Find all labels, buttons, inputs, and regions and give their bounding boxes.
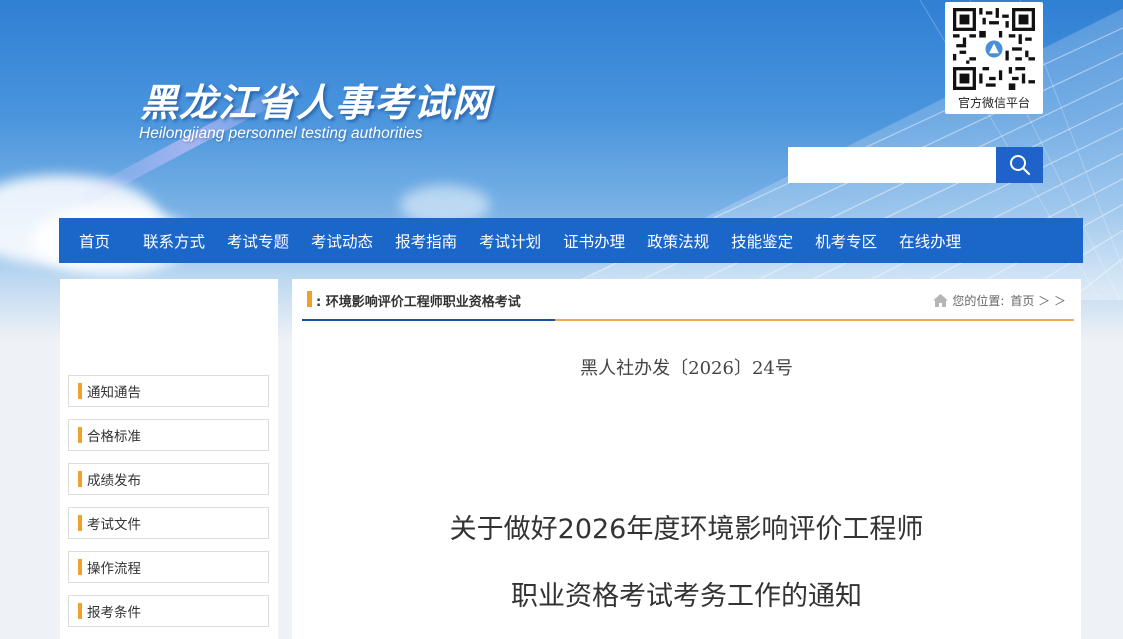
sidebar-item-marker	[78, 603, 82, 619]
search-icon	[1009, 155, 1030, 176]
sidebar: 通知通告 合格标准 成绩发布 考试文件 操作流程 报考条件	[60, 279, 278, 639]
qr-code	[953, 8, 1035, 90]
document-title-line-1: 关于做好2026年度环境影响评价工程师	[449, 514, 924, 545]
wechat-qr-panel: 官方微信平台	[945, 2, 1043, 114]
nav-item-skill-appraisal[interactable]: 技能鉴定	[731, 230, 793, 252]
document-number: 黑人社办发〔2026〕24号	[580, 358, 793, 379]
sidebar-item-marker	[78, 559, 82, 575]
search-button[interactable]	[996, 147, 1043, 183]
sidebar-item-marker	[78, 471, 82, 487]
sidebar-item-label: 成绩发布	[87, 473, 141, 489]
sidebar-item-label: 合格标准	[87, 429, 141, 445]
nav-item-home[interactable]: 首页	[79, 230, 110, 252]
sidebar-item-label: 操作流程	[87, 561, 141, 577]
sidebar-item-pass-standards[interactable]: 合格标准	[68, 419, 269, 451]
main-content: : 环境影响评价工程师职业资格考试 您的位置: 首页 ＞ ＞ 黑人社办发〔202…	[292, 279, 1081, 639]
sidebar-item-label: 报考条件	[87, 605, 141, 621]
breadcrumb-path[interactable]: 首页 ＞ ＞	[1010, 292, 1066, 309]
nav-item-policy[interactable]: 政策法规	[647, 230, 709, 252]
nav-item-online-service[interactable]: 在线办理	[899, 230, 961, 252]
sidebar-item-marker	[78, 383, 82, 399]
sidebar-item-marker	[78, 515, 82, 531]
nav-item-computer-exam[interactable]: 机考专区	[815, 230, 877, 252]
sidebar-item-exam-documents[interactable]: 考试文件	[68, 507, 269, 539]
sidebar-item-procedures[interactable]: 操作流程	[68, 551, 269, 583]
search-input[interactable]	[788, 147, 996, 183]
sidebar-item-notices[interactable]: 通知通告	[68, 375, 269, 407]
section-underline-accent	[302, 319, 555, 321]
qr-caption: 官方微信平台	[957, 96, 1030, 110]
nav-item-guide[interactable]: 报考指南	[395, 230, 457, 252]
site-subtitle: Heilongjiang personnel testing authoriti…	[139, 125, 423, 142]
nav-item-contact[interactable]: 联系方式	[143, 230, 205, 252]
breadcrumb-label: 您的位置:	[952, 294, 1005, 308]
section-title[interactable]: : 环境影响评价工程师职业资格考试	[316, 291, 521, 310]
nav-item-exam-news[interactable]: 考试动态	[311, 230, 373, 252]
home-icon	[933, 294, 949, 307]
nav-item-exam-plan[interactable]: 考试计划	[479, 230, 541, 252]
section-marker	[307, 291, 312, 307]
sidebar-item-label: 通知通告	[87, 385, 141, 401]
sidebar-item-label: 考试文件	[87, 517, 141, 533]
document-title-line-2: 职业资格考试考务工作的通知	[511, 581, 862, 612]
site-title: 黑龙江省人事考试网	[140, 81, 492, 125]
sidebar-item-requirements[interactable]: 报考条件	[68, 595, 269, 627]
sidebar-item-results[interactable]: 成绩发布	[68, 463, 269, 495]
nav-item-certificates[interactable]: 证书办理	[563, 230, 625, 252]
breadcrumb: 您的位置: 首页 ＞ ＞	[933, 292, 1066, 309]
main-nav: 首页 联系方式 考试专题 考试动态 报考指南 考试计划 证书办理 政策法规 技能…	[59, 218, 1083, 263]
section-header: : 环境影响评价工程师职业资格考试 您的位置: 首页 ＞ ＞	[302, 279, 1074, 321]
sidebar-item-marker	[78, 427, 82, 443]
nav-item-exam-topics[interactable]: 考试专题	[227, 230, 289, 252]
